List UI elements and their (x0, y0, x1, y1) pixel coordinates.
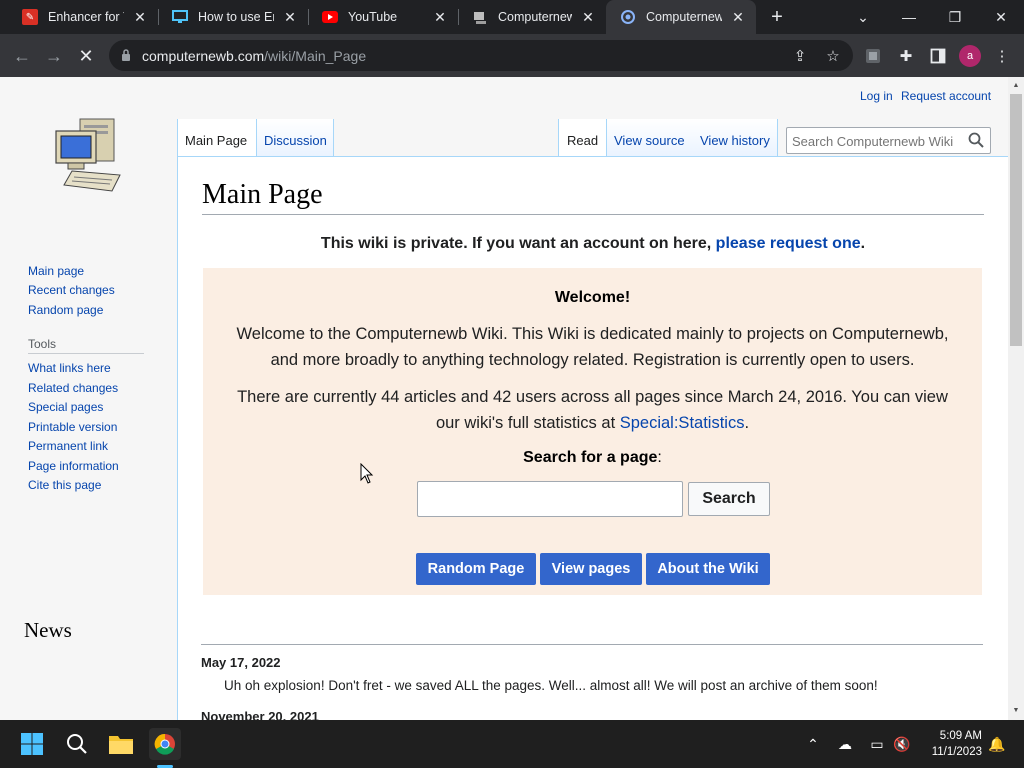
sidebar-item-cite-this-page[interactable]: Cite this page (28, 478, 101, 492)
volume-muted-icon[interactable]: 🔇 (892, 734, 912, 754)
computernewb-icon (472, 9, 488, 25)
browser-tab-active[interactable]: Computernewb ✕ (606, 0, 756, 34)
chevron-up-icon[interactable]: ⌃ (803, 734, 823, 754)
notification-bell-icon[interactable]: 🔔 (987, 734, 1007, 754)
tab-read[interactable]: Read (567, 133, 598, 148)
windows-taskbar: ⌃ ☁ ▭ 🔇 5:09 AM 11/1/2023 🔔 (0, 720, 1024, 768)
profile-avatar[interactable]: a (959, 45, 981, 67)
youtube-icon (322, 9, 338, 25)
sidebar-divider (28, 353, 144, 354)
monitor-icon (172, 9, 188, 25)
page-scrollbar[interactable]: ▲ ▼ (1008, 77, 1024, 720)
sidebar-tools-heading: Tools (28, 337, 57, 351)
onedrive-icon[interactable]: ☁ (835, 734, 855, 754)
browser-tab[interactable]: How to use Enhancer ✕ (158, 0, 308, 34)
special-statistics-link[interactable]: Special:Statistics (620, 414, 745, 432)
minimize-icon[interactable]: — (886, 0, 932, 34)
wiki-search-input[interactable] (792, 132, 962, 150)
restore-icon[interactable]: ❐ (932, 0, 978, 34)
file-explorer-icon[interactable] (105, 728, 137, 760)
scrollbar-thumb[interactable] (1010, 94, 1022, 346)
stop-loading-icon[interactable]: ✕ (73, 43, 99, 69)
network-icon[interactable]: ▭ (867, 734, 887, 754)
request-account-notice-link[interactable]: please request one (716, 235, 861, 252)
tab-search-icon[interactable]: ⌄ (840, 0, 886, 34)
wiki-logo[interactable] (50, 115, 126, 199)
tab-main-page[interactable]: Main Page (185, 133, 247, 148)
taskbar-clock[interactable]: 5:09 AM 11/1/2023 (916, 728, 982, 760)
side-panel-icon[interactable] (929, 47, 947, 65)
windows-start-icon[interactable] (16, 728, 48, 760)
sidebar-item-special-pages[interactable]: Special pages (28, 400, 103, 414)
extensions-puzzle-icon[interactable]: ✚ (897, 47, 915, 65)
scroll-up-icon[interactable]: ▲ (1012, 82, 1020, 90)
browser-tab[interactable]: ✎ Enhancer for YouTube ✕ (8, 0, 158, 34)
welcome-box: Welcome! Welcome to the Computernewb Wik… (203, 268, 982, 595)
search-icon[interactable] (968, 132, 984, 148)
content-area: Main Page This wiki is private. If you w… (177, 156, 1008, 720)
new-tab-icon[interactable]: + (766, 6, 788, 28)
view-pages-button[interactable]: View pages (540, 553, 642, 585)
enhancer-icon: ✎ (22, 9, 38, 25)
sidebar-item-what-links-here[interactable]: What links here (28, 361, 111, 375)
welcome-paragraph: Welcome to the Computernewb Wiki. This W… (236, 325, 949, 369)
forward-icon[interactable]: → (41, 43, 67, 69)
search-for-page-label: Search for a page: (523, 449, 662, 466)
close-tab-icon[interactable]: ✕ (282, 9, 298, 25)
wiki-page: Log in Request account Main page Recent … (0, 77, 1008, 720)
address-bar[interactable]: computernewb.com/wiki/Main_Page ⇪ ☆ (109, 40, 853, 71)
tab-discussion[interactable]: Discussion (264, 133, 327, 148)
private-notice: This wiki is private. If you want an acc… (320, 235, 866, 252)
page-title: Main Page (202, 179, 323, 210)
news-divider (201, 644, 983, 645)
request-account-link[interactable]: Request account (901, 89, 991, 103)
title-divider (202, 214, 984, 215)
browser-tab[interactable]: YouTube ✕ (308, 0, 458, 34)
close-tab-icon[interactable]: ✕ (132, 9, 148, 25)
close-window-icon[interactable]: ✕ (978, 0, 1024, 34)
search-icon[interactable] (61, 728, 93, 760)
sidebar-item-printable-version[interactable]: Printable version (28, 420, 117, 434)
chrome-icon[interactable] (149, 728, 181, 760)
scroll-down-icon[interactable]: ▼ (1012, 707, 1020, 715)
url-text[interactable]: computernewb.com/wiki/Main_Page (142, 48, 366, 64)
news-date: November 20, 2021 (201, 709, 319, 720)
news-date: May 17, 2022 (201, 655, 281, 670)
statistics-paragraph: There are currently 44 articles and 42 u… (237, 388, 948, 432)
about-wiki-button[interactable]: About the Wiki (646, 553, 770, 585)
tab-strip: ✎ Enhancer for YouTube ✕ How to use Enha… (0, 0, 1024, 34)
search-button[interactable]: Search (688, 482, 770, 516)
share-icon[interactable]: ⇪ (791, 47, 809, 65)
sidebar-item-permanent-link[interactable]: Permanent link (28, 439, 108, 453)
sidebar-item-random-page[interactable]: Random page (28, 303, 103, 317)
mouse-cursor-icon (360, 463, 374, 484)
news-text: Uh oh explosion! Don't fret - we saved A… (224, 678, 878, 693)
lock-icon[interactable] (121, 48, 131, 62)
sidebar-item-page-information[interactable]: Page information (28, 459, 119, 473)
browser-toolbar: ← → ✕ computernewb.com/wiki/Main_Page ⇪ … (0, 34, 1024, 77)
login-link[interactable]: Log in (860, 89, 893, 103)
sidebar-item-related-changes[interactable]: Related changes (28, 381, 118, 395)
wiki-search-box (786, 127, 991, 154)
close-tab-icon[interactable]: ✕ (580, 9, 596, 25)
bookmark-star-icon[interactable]: ☆ (824, 47, 842, 65)
page-search-input[interactable] (417, 481, 683, 517)
browser-tab[interactable]: Computernewb ✕ (458, 0, 606, 34)
tab-view-source[interactable]: View source (614, 133, 685, 148)
back-icon[interactable]: ← (9, 43, 35, 69)
tab-view-history[interactable]: View history (700, 133, 770, 148)
loading-icon (620, 9, 636, 25)
sidebar-item-recent-changes[interactable]: Recent changes (28, 283, 115, 297)
news-heading: News (24, 618, 72, 642)
welcome-title: Welcome! (554, 289, 631, 306)
menu-kebab-icon[interactable]: ⋮ (993, 47, 1011, 65)
extension-icon[interactable] (864, 47, 882, 65)
sidebar-item-main-page[interactable]: Main page (28, 264, 84, 278)
close-tab-icon[interactable]: ✕ (730, 9, 746, 25)
random-page-button[interactable]: Random Page (416, 553, 536, 585)
close-tab-icon[interactable]: ✕ (432, 9, 448, 25)
